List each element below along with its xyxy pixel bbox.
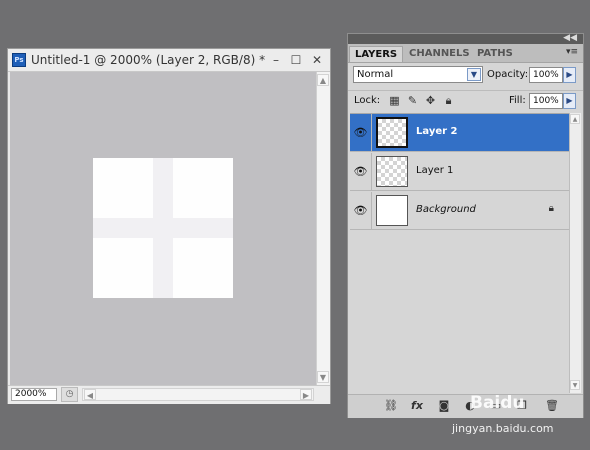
canvas-area[interactable]: [10, 72, 316, 385]
minimize-button[interactable]: –: [268, 52, 284, 68]
tab-paths[interactable]: PATHS: [472, 46, 518, 62]
fill-field[interactable]: 100%: [529, 93, 563, 109]
document-title: Untitled-1 @ 2000% (Layer 2, RGB/8) *: [31, 53, 266, 67]
mask-icon[interactable]: ◙: [436, 398, 452, 414]
vertical-scrollbar[interactable]: ▲ ▼: [316, 72, 330, 385]
panel-menu-icon[interactable]: ▾≡: [566, 47, 578, 57]
canvas-image[interactable]: [93, 158, 233, 298]
layer-row-layer-1[interactable]: 👁︎ Layer 1: [350, 153, 569, 191]
lock-transparency-icon[interactable]: ▦: [388, 94, 401, 107]
zoom-level-field[interactable]: 2000%: [11, 388, 57, 401]
scroll-right-arrow-icon[interactable]: ▶: [300, 389, 312, 400]
blend-mode-select[interactable]: Normal ▼: [353, 66, 483, 83]
watermark-logo: Baidu: [470, 393, 525, 413]
lock-image-pixels-icon[interactable]: ✎: [406, 94, 419, 107]
tab-layers[interactable]: LAYERS: [349, 46, 404, 62]
visibility-eye-icon[interactable]: 👁︎: [350, 153, 372, 190]
scroll-down-arrow-icon[interactable]: ▼: [570, 380, 580, 390]
document-titlebar[interactable]: Ps Untitled-1 @ 2000% (Layer 2, RGB/8) *…: [8, 49, 330, 72]
document-window: Ps Untitled-1 @ 2000% (Layer 2, RGB/8) *…: [7, 48, 331, 404]
canvas-horizontal-stripe: [93, 218, 233, 238]
blend-mode-value: Normal: [357, 69, 394, 80]
layer-row-background[interactable]: 👁︎ Background 🔒︎: [350, 192, 569, 230]
maximize-button[interactable]: ☐: [288, 52, 304, 68]
lock-label: Lock:: [354, 95, 381, 106]
layer-thumbnail: [376, 195, 408, 226]
opacity-slider-arrow-icon[interactable]: ▶: [563, 67, 576, 83]
lock-fill-row: Lock: ▦ ✎ ✥ 🔒︎ Fill: 100% ▶: [348, 90, 583, 111]
scroll-up-arrow-icon[interactable]: ▲: [317, 74, 329, 86]
watermark-url: jingyan.baidu.com: [452, 422, 554, 435]
link-icon[interactable]: ⛓︎: [383, 398, 399, 414]
lock-position-icon[interactable]: ✥: [424, 94, 437, 107]
layers-scrollbar[interactable]: ▲ ▼: [569, 113, 581, 393]
visibility-eye-icon[interactable]: 👁︎: [350, 114, 372, 151]
scroll-up-arrow-icon[interactable]: ▲: [570, 114, 580, 124]
layer-lock-icon: 🔒︎: [548, 203, 554, 214]
horizontal-scrollbar[interactable]: ◀ ▶: [82, 388, 314, 401]
layer-name: Layer 2: [416, 126, 458, 137]
visibility-eye-icon[interactable]: 👁︎: [350, 192, 372, 229]
document-status-bar: 2000% ◷ ◀ ▶: [8, 385, 330, 404]
blend-opacity-row: Normal ▼ Opacity: 100% ▶: [348, 64, 583, 86]
fill-slider-arrow-icon[interactable]: ▶: [563, 93, 576, 109]
trash-icon[interactable]: 🗑︎: [544, 398, 560, 414]
layer-thumbnail: [376, 156, 408, 187]
opacity-label: Opacity:: [487, 69, 529, 80]
panel-header-bar[interactable]: ◀◀: [348, 32, 583, 44]
photoshop-app-icon: Ps: [12, 53, 26, 67]
collapse-panel-icon[interactable]: ◀◀: [563, 32, 577, 44]
scroll-left-arrow-icon[interactable]: ◀: [84, 389, 96, 400]
layer-name: Background: [416, 204, 476, 215]
opacity-field[interactable]: 100%: [529, 67, 563, 83]
close-button[interactable]: ✕: [309, 52, 325, 68]
chevron-down-icon[interactable]: ▼: [467, 68, 481, 81]
scroll-down-arrow-icon[interactable]: ▼: [317, 371, 329, 383]
tab-channels[interactable]: CHANNELS: [404, 46, 475, 62]
layer-name: Layer 1: [416, 165, 454, 176]
fill-label: Fill:: [509, 95, 526, 106]
layers-panel: ◀◀ LAYERS CHANNELS PATHS ▾≡ Normal ▼ Opa…: [347, 33, 584, 418]
fx-icon[interactable]: fx: [409, 398, 425, 414]
layer-thumbnail: [376, 117, 408, 148]
layer-list: 👁︎ Layer 2 👁︎ Layer 1 👁︎ Background 🔒︎: [350, 113, 569, 394]
lock-all-icon[interactable]: 🔒︎: [442, 94, 455, 107]
layers-panel-footer: ⛓︎ fx ◙ ◐ ▭ ❐ 🗑︎: [348, 394, 583, 418]
status-menu-icon[interactable]: ◷: [61, 387, 78, 402]
panel-tabs: LAYERS CHANNELS PATHS ▾≡: [348, 44, 583, 63]
layer-row-layer-2[interactable]: 👁︎ Layer 2: [350, 114, 569, 152]
